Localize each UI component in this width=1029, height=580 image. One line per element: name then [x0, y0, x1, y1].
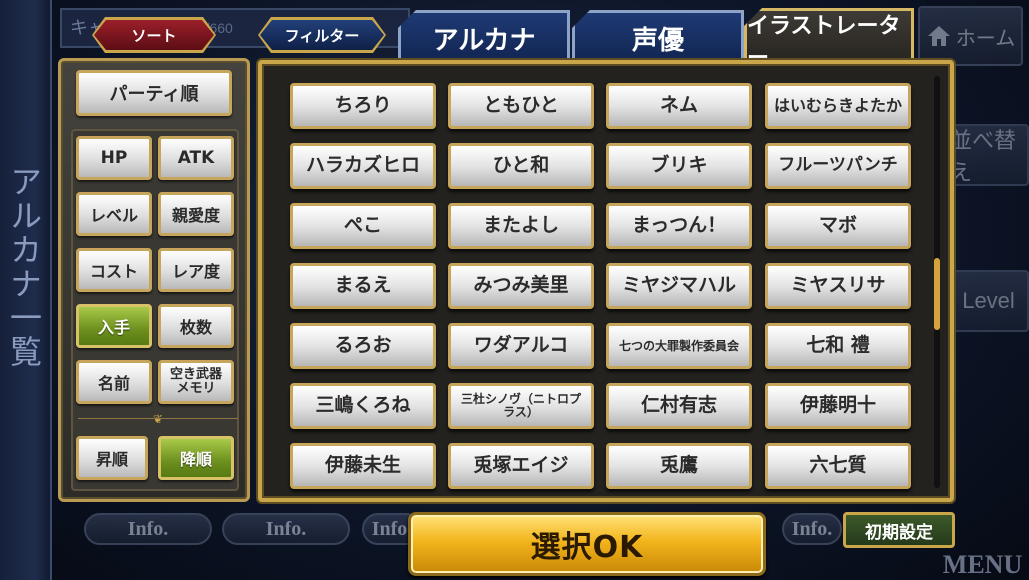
- illustrator-button[interactable]: ミヤスリサ: [765, 263, 911, 309]
- scrollbar-thumb[interactable]: [934, 258, 940, 330]
- illustrator-button[interactable]: 兎塚エイジ: [448, 443, 594, 489]
- info-button-1[interactable]: Info.: [84, 513, 212, 545]
- confirm-button[interactable]: 選択OK: [408, 512, 766, 576]
- illustrator-button[interactable]: みつみ美里: [448, 263, 594, 309]
- sort-cost-button[interactable]: コスト: [76, 248, 152, 292]
- illustrator-button[interactable]: ひと和: [448, 143, 594, 189]
- home-icon: [927, 26, 950, 46]
- sort-divider: ❦: [78, 412, 238, 426]
- illustrator-button[interactable]: ワダアルコ: [448, 323, 594, 369]
- illustrator-button[interactable]: 伊藤明十: [765, 383, 911, 429]
- reset-button[interactable]: 初期設定: [843, 512, 955, 548]
- screen-title: アルカナ一覧: [5, 165, 43, 369]
- illustrator-button[interactable]: 伊藤未生: [290, 443, 436, 489]
- sort-weapon-memory-button[interactable]: 空き武器 メモリ: [158, 360, 234, 404]
- left-title-strip: アルカナ一覧: [0, 0, 52, 580]
- illustrator-button[interactable]: まっつん！: [606, 203, 752, 249]
- sort-name-button[interactable]: 名前: [76, 360, 152, 404]
- illustrator-button[interactable]: 六七質: [765, 443, 911, 489]
- illustrator-button[interactable]: ミヤジマハル: [606, 263, 752, 309]
- sort-atk-button[interactable]: ATK: [158, 136, 234, 180]
- filter-tab[interactable]: フィルター: [260, 20, 384, 50]
- level-button[interactable]: Level: [948, 270, 1029, 332]
- info-button-2[interactable]: Info.: [222, 513, 350, 545]
- illustrator-button[interactable]: またよし: [448, 203, 594, 249]
- illustrator-button[interactable]: ハラカズヒロ: [290, 143, 436, 189]
- illustrator-button[interactable]: 七和 禮: [765, 323, 911, 369]
- ascending-button[interactable]: 昇順: [76, 436, 148, 480]
- home-button[interactable]: ホーム: [918, 6, 1023, 66]
- home-label: ホーム: [955, 27, 1016, 50]
- sort-acquired-button[interactable]: 入手: [76, 304, 152, 348]
- tab-voice-actor[interactable]: 声優: [572, 10, 744, 64]
- sort-tab[interactable]: ソート: [94, 20, 214, 50]
- sort-count-button[interactable]: 枚数: [158, 304, 234, 348]
- tab-arcana[interactable]: アルカナ: [398, 10, 570, 64]
- illustrator-button[interactable]: るろお: [290, 323, 436, 369]
- illustrator-button[interactable]: 三嶋くろね: [290, 383, 436, 429]
- tab-illustrator[interactable]: イラストレーター: [744, 8, 914, 68]
- illustrator-button[interactable]: はいむらきよたか: [765, 83, 911, 129]
- sort-rarity-button[interactable]: レア度: [158, 248, 234, 292]
- illustrator-button[interactable]: ブリキ: [606, 143, 752, 189]
- sort-hp-button[interactable]: HP: [76, 136, 152, 180]
- illustrator-button[interactable]: ともひと: [448, 83, 594, 129]
- illustrator-button[interactable]: ネム: [606, 83, 752, 129]
- illustrator-button[interactable]: まるえ: [290, 263, 436, 309]
- party-order-button[interactable]: パーティ順: [76, 70, 232, 116]
- illustrator-button[interactable]: 三杜シノヴ（ニトロプラス）: [448, 383, 594, 429]
- illustrator-button[interactable]: ちろり: [290, 83, 436, 129]
- descending-button[interactable]: 降順: [158, 436, 234, 480]
- info-button-4[interactable]: Info.: [782, 513, 842, 545]
- reorder-button[interactable]: 並べ替え: [948, 124, 1029, 186]
- illustrator-button[interactable]: ぺこ: [290, 203, 436, 249]
- sort-level-button[interactable]: レベル: [76, 192, 152, 236]
- illustrator-button[interactable]: フルーツパンチ: [765, 143, 911, 189]
- level-label: Level: [962, 288, 1015, 313]
- illustrator-button[interactable]: 仁村有志: [606, 383, 752, 429]
- illustrator-button[interactable]: 七つの大罪製作委員会: [606, 323, 752, 369]
- sort-affection-button[interactable]: 親愛度: [158, 192, 234, 236]
- reorder-label: 並べ替え: [950, 128, 1017, 185]
- illustrator-button[interactable]: 兎鷹: [606, 443, 752, 489]
- illustrator-button[interactable]: マボ: [765, 203, 911, 249]
